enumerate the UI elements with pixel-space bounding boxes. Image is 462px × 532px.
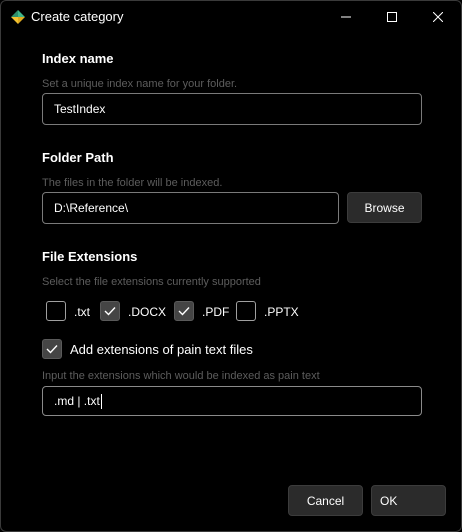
checkbox-pptx-label[interactable]: .PPTX	[264, 304, 299, 320]
check-icon	[104, 307, 116, 316]
close-icon	[433, 12, 443, 22]
cancel-button[interactable]: Cancel	[288, 485, 363, 516]
minimize-button[interactable]	[323, 1, 369, 33]
folder-path-input[interactable]: D:\Reference\	[42, 192, 339, 224]
text-caret	[100, 393, 102, 409]
create-category-dialog: Create category Index name Set a unique …	[0, 0, 462, 532]
cancel-button-label: Cancel	[306, 493, 345, 508]
window-title: Create category	[31, 9, 124, 24]
checkbox-pptx[interactable]	[236, 301, 256, 321]
file-extensions-hint: Select the file extensions currently sup…	[42, 276, 261, 288]
index-name-input[interactable]: TestIndex	[42, 93, 422, 125]
checkbox-plain-text-label[interactable]: Add extensions of pain text files	[70, 342, 253, 358]
check-icon	[46, 345, 58, 354]
check-icon	[178, 307, 190, 316]
index-name-heading: Index name	[42, 51, 114, 66]
maximize-button[interactable]	[369, 1, 415, 33]
plain-text-hint: Input the extensions which would be inde…	[42, 370, 320, 382]
file-extensions-heading: File Extensions	[42, 249, 138, 264]
close-button[interactable]	[415, 1, 461, 33]
folder-path-value: D:\Reference\	[54, 201, 129, 215]
folder-path-heading: Folder Path	[42, 150, 114, 165]
browse-button-label: Browse	[364, 200, 405, 215]
checkbox-plain-text[interactable]	[42, 339, 62, 359]
plain-text-extensions-input[interactable]: .md | .txt	[42, 386, 422, 416]
checkbox-txt[interactable]	[46, 301, 66, 321]
ok-button-label: OK	[380, 493, 398, 508]
plain-text-extensions-value: .md | .txt	[54, 394, 100, 408]
checkbox-docx-label[interactable]: .DOCX	[128, 304, 166, 320]
app-logo-icon	[11, 10, 25, 24]
checkbox-docx[interactable]	[100, 301, 120, 321]
index-name-hint: Set a unique index name for your folder.	[42, 78, 238, 90]
maximize-icon	[387, 12, 397, 22]
minimize-icon	[341, 16, 351, 18]
title-bar[interactable]: Create category	[1, 1, 461, 33]
ok-button[interactable]: OK	[371, 485, 446, 516]
index-name-value: TestIndex	[54, 102, 106, 116]
checkbox-pdf[interactable]	[174, 301, 194, 321]
checkbox-txt-label[interactable]: .txt	[74, 304, 90, 320]
checkbox-pdf-label[interactable]: .PDF	[202, 304, 229, 320]
folder-path-hint: The files in the folder will be indexed.	[42, 177, 223, 189]
browse-button[interactable]: Browse	[347, 192, 422, 223]
